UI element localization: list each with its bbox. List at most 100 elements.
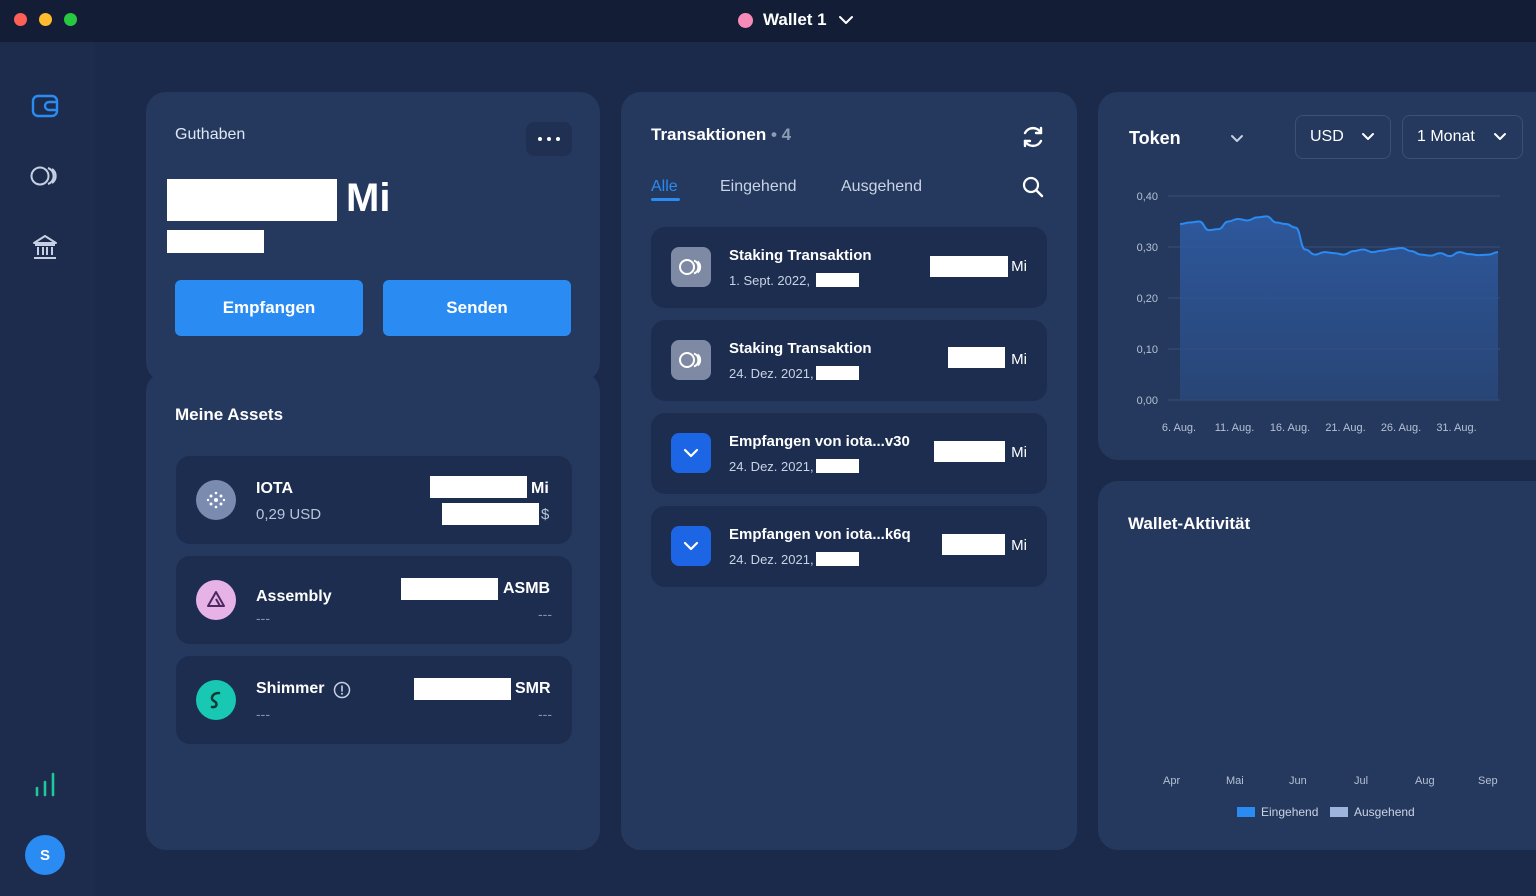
transaction-date: 24. Dez. 2021, (729, 459, 814, 474)
chevron-down-icon (1362, 133, 1374, 140)
chevron-down-icon (1494, 133, 1506, 140)
asset-unit: ASMB (503, 580, 551, 597)
balance-amount-redacted (167, 179, 337, 221)
x-tick-label: 26. Aug. (1381, 422, 1421, 434)
legend-swatch-incoming (1237, 807, 1255, 817)
token-title: Token (1129, 128, 1181, 148)
y-tick-label: 0,40 (1137, 191, 1158, 203)
transaction-date: 24. Dez. 2021, (729, 366, 814, 381)
info-icon[interactable] (333, 681, 351, 699)
x-tick-label: 21. Aug. (1325, 422, 1365, 434)
x-tick-label: 6. Aug. (1162, 422, 1196, 434)
transaction-row[interactable]: Empfangen von iota...k6q 24. Dez. 2021, … (651, 506, 1047, 587)
x-tick-label: 16. Aug. (1270, 422, 1310, 434)
receive-button[interactable]: Empfangen (175, 280, 363, 336)
sidebar-item-governance[interactable] (28, 230, 62, 264)
currency-value: USD (1310, 128, 1344, 145)
maximize-window-button[interactable] (64, 13, 77, 26)
currency-dropdown[interactable]: USD (1295, 115, 1391, 159)
transaction-unit: Mi (1011, 258, 1027, 275)
token-price-chart: 0,40 0,30 0,20 0,10 0,00 6. Aug. 11. Aug. 16. A… (1137, 191, 1500, 434)
transaction-unit: Mi (1011, 537, 1027, 554)
dot (547, 137, 551, 141)
asset-row-iota[interactable]: IOTA 0,29 USD Mi $ (176, 456, 572, 544)
transactions-count: • 4 (771, 125, 792, 144)
legend-label-outgoing: Ausgehend (1354, 805, 1415, 819)
transactions-title-text: Transaktionen (651, 125, 767, 144)
x-tick-label: 11. Aug. (1215, 422, 1255, 434)
tab-outgoing[interactable]: Ausgehend (841, 178, 922, 196)
search-icon[interactable] (1021, 175, 1045, 199)
month-label: Aug (1415, 775, 1435, 787)
asset-row-assembly[interactable]: Assembly --- ASMB --- (176, 556, 572, 644)
wallet-icon (31, 94, 59, 118)
title-bar: Wallet 1 (0, 0, 1536, 42)
chevron-down-icon (838, 16, 853, 24)
asset-unit: SMR (515, 680, 551, 697)
governance-icon (33, 235, 57, 259)
asset-fiat-redacted (442, 503, 539, 525)
send-button[interactable]: Senden (383, 280, 571, 336)
asset-price: 0,29 USD (256, 506, 322, 523)
sidebar-item-activity[interactable] (28, 767, 62, 801)
transaction-title: Empfangen von iota...k6q (729, 526, 911, 543)
transaction-title: Empfangen von iota...v30 (729, 433, 910, 450)
incoming-icon (671, 526, 711, 566)
chevron-down-icon (1230, 134, 1243, 142)
y-tick-label: 0,10 (1137, 344, 1158, 356)
transaction-time-redacted (816, 552, 859, 566)
transaction-amount-redacted (934, 441, 1005, 462)
transaction-time-redacted (816, 459, 859, 473)
month-label: Jun (1289, 775, 1307, 787)
transaction-time-redacted (816, 273, 859, 287)
legend-label-incoming: Eingehend (1261, 805, 1319, 819)
wallet-switcher[interactable]: Wallet 1 (738, 9, 855, 31)
transactions-title: Transaktionen • 4 (651, 125, 791, 145)
asset-row-shimmer[interactable]: Shimmer --- SMR --- (176, 656, 572, 744)
asset-unit: Mi (531, 480, 549, 497)
sidebar-item-staking[interactable] (28, 159, 62, 193)
period-dropdown[interactable]: 1 Monat (1402, 115, 1523, 159)
asset-name: Shimmer (256, 680, 325, 697)
asset-amount-redacted (401, 578, 498, 600)
asset-name: IOTA (256, 480, 294, 497)
incoming-icon (671, 433, 711, 473)
asset-amount-redacted (430, 476, 527, 498)
more-options-button[interactable] (526, 122, 572, 156)
tab-all[interactable]: Alle (651, 178, 678, 196)
y-tick-label: 0,20 (1137, 293, 1158, 305)
sidebar-item-wallet[interactable] (28, 89, 62, 123)
y-tick-label: 0,00 (1137, 395, 1158, 407)
chart-bars-icon (35, 772, 55, 797)
assets-title: Meine Assets (175, 405, 284, 424)
asset-name: Assembly (256, 588, 332, 605)
token-selector[interactable]: Token (1129, 128, 1245, 149)
tab-incoming[interactable]: Eingehend (720, 178, 797, 196)
assembly-icon (196, 580, 236, 620)
transaction-row[interactable]: Staking Transaktion 24. Dez. 2021, Mi (651, 320, 1047, 401)
transaction-row[interactable]: Staking Transaktion 1. Sept. 2022, Mi (651, 227, 1047, 308)
avatar[interactable]: S (25, 835, 65, 875)
staking-icon (30, 166, 57, 186)
balance-unit: Mi (346, 176, 391, 220)
month-label: Sep (1478, 775, 1498, 787)
staking-icon (671, 247, 711, 287)
transaction-time-redacted (816, 366, 859, 380)
transaction-amount-redacted (948, 347, 1005, 368)
asset-amount-redacted (414, 678, 511, 700)
avatar-initial: S (39, 846, 50, 864)
asset-price: --- (256, 706, 270, 722)
month-label: Apr (1163, 775, 1181, 787)
month-label: Mai (1226, 775, 1244, 787)
wallet-activity-title: Wallet-Aktivität (1128, 514, 1251, 533)
minimize-window-button[interactable] (39, 13, 52, 26)
staking-icon (671, 340, 711, 380)
asset-fiat: --- (538, 706, 552, 722)
dot (538, 137, 542, 141)
wallet-name: Wallet 1 (763, 10, 827, 29)
period-value: 1 Monat (1417, 128, 1475, 145)
month-label: Jul (1354, 775, 1369, 787)
close-window-button[interactable] (14, 13, 27, 26)
refresh-icon[interactable] (1020, 124, 1046, 150)
transaction-row[interactable]: Empfangen von iota...v30 24. Dez. 2021, … (651, 413, 1047, 494)
